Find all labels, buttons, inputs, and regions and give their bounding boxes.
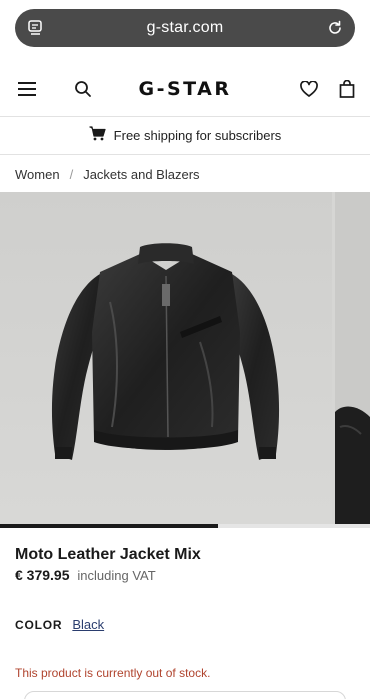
out-of-stock-message: This product is currently out of stock. xyxy=(15,666,211,680)
address-bar[interactable]: g-star.com xyxy=(15,9,355,47)
site-header: G-STAR xyxy=(0,60,370,117)
product-name: Moto Leather Jacket Mix xyxy=(15,546,201,563)
shipping-banner[interactable]: Free shipping for subscribers xyxy=(0,117,370,155)
vat-note: including VAT xyxy=(77,568,156,583)
url-text[interactable]: g-star.com xyxy=(147,19,224,37)
cart-icon xyxy=(89,125,106,146)
shopping-bag-icon[interactable] xyxy=(336,78,358,100)
shipping-banner-text: Free shipping for subscribers xyxy=(113,128,282,143)
color-row: COLOR Black xyxy=(15,617,104,632)
price-row: € 379.95 including VAT xyxy=(15,567,156,583)
jacket-image-next xyxy=(335,192,370,525)
tabs-icon[interactable] xyxy=(27,19,45,37)
browser-bar: g-star.com xyxy=(0,0,370,60)
gallery-progress xyxy=(0,524,370,528)
wishlist-heart-icon[interactable] xyxy=(298,78,320,100)
product-image-main[interactable] xyxy=(0,192,332,525)
color-selector-link[interactable]: Black xyxy=(72,617,104,632)
gallery-progress-fill xyxy=(0,524,219,528)
breadcrumb: Women / Jackets and Blazers xyxy=(15,165,200,183)
jacket-image xyxy=(0,192,332,525)
breadcrumb-jackets[interactable]: Jackets and Blazers xyxy=(83,167,199,182)
bottom-sheet-edge[interactable] xyxy=(24,691,346,699)
breadcrumb-women[interactable]: Women xyxy=(15,167,60,182)
color-label: COLOR xyxy=(15,617,63,632)
product-price: € 379.95 xyxy=(15,567,70,583)
breadcrumb-separator: / xyxy=(69,166,74,182)
product-image-next[interactable] xyxy=(335,192,370,525)
reload-icon[interactable] xyxy=(326,19,344,37)
product-gallery[interactable] xyxy=(0,192,370,528)
